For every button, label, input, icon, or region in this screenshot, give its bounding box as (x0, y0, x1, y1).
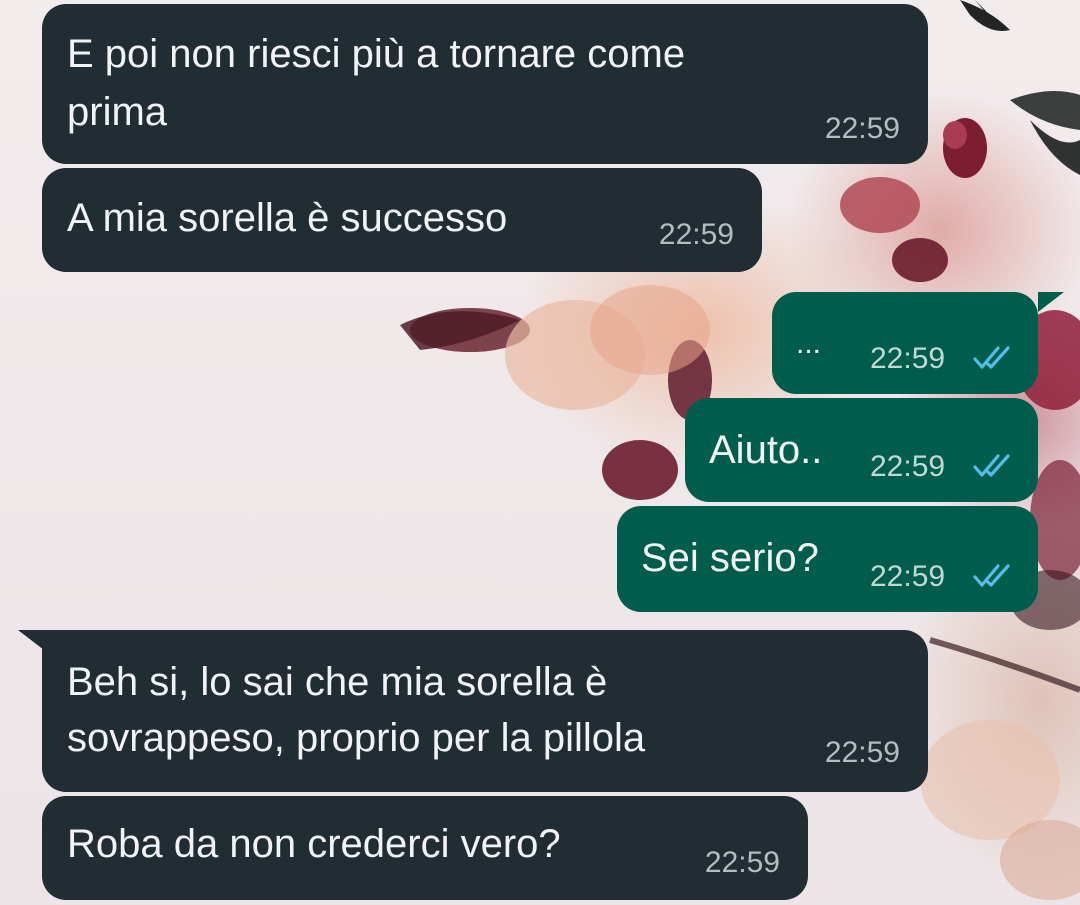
message-text: Beh si, lo sai che mia sorella è (67, 660, 608, 704)
message-text: E poi non riesci più a tornare come (67, 32, 686, 76)
double-check-read-icon (973, 346, 1010, 369)
message-text: ... (796, 327, 822, 360)
message-text: Sei serio? (641, 536, 819, 580)
message-bubble-incoming[interactable]: A mia sorella è successo 22:59 (42, 168, 762, 272)
message-text: A mia sorella è successo (67, 196, 508, 240)
message-timestamp: 22:59 (870, 560, 946, 593)
message-timestamp: 22:59 (658, 218, 734, 251)
bubble-tail (18, 630, 44, 650)
message-bubble-outgoing[interactable]: Aiuto.. 22:59 (685, 398, 1038, 502)
double-check-read-icon (973, 454, 1010, 477)
message-bubble-incoming[interactable]: Roba da non crederci vero? 22:59 (42, 796, 808, 900)
message-bubble-outgoing[interactable]: ... 22:59 (772, 292, 1038, 394)
message-timestamp: 22:59 (824, 736, 900, 769)
message-timestamp: 22:59 (824, 112, 900, 145)
message-text: prima (67, 90, 168, 134)
message-timestamp: 22:59 (870, 342, 946, 375)
message-bubble-incoming[interactable]: Beh si, lo sai che mia sorella è sovrapp… (42, 630, 928, 792)
message-bubble-outgoing[interactable]: Sei serio? 22:59 (617, 506, 1038, 612)
message-text: Aiuto.. (709, 428, 823, 472)
message-text: Roba da non crederci vero? (67, 822, 561, 866)
message-bubble-incoming[interactable]: E poi non riesci più a tornare come prim… (42, 4, 928, 164)
message-timestamp: 22:59 (870, 450, 946, 483)
bubble-tail (1038, 292, 1064, 312)
double-check-read-icon (973, 564, 1010, 587)
message-timestamp: 22:59 (704, 846, 780, 879)
message-text: sovrappeso, proprio per la pillola (67, 716, 646, 760)
